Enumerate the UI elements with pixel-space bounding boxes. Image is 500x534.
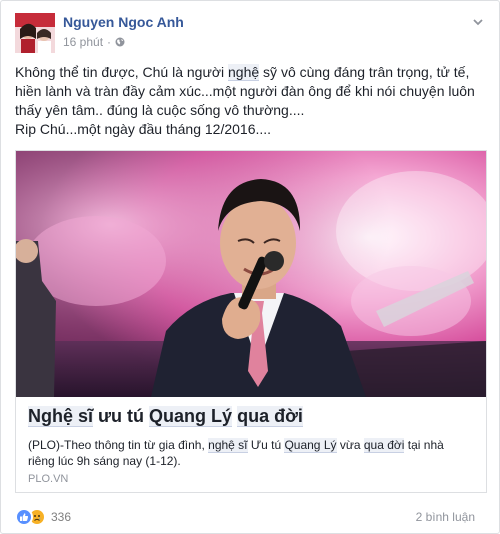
reaction-count[interactable]: 336 (51, 510, 71, 524)
link-title[interactable]: Nghệ sĩ ưu tú Quang Lý qua đời (28, 405, 473, 427)
desc-link-nghe-si[interactable]: nghệ sĩ (208, 438, 248, 453)
reactions-summary[interactable]: 336 (15, 508, 71, 526)
like-icon[interactable] (15, 508, 33, 526)
link-preview-card[interactable]: Nghệ sĩ ưu tú Quang Lý qua đời (PLO)-The… (15, 150, 487, 493)
link-source-domain: PLO.VN (28, 473, 69, 485)
post-text-line-1: Không thể tin được, Chú là người nghệ sỹ… (15, 64, 470, 81)
globe-icon[interactable] (115, 37, 125, 47)
post-meta: 16 phút · (63, 35, 125, 49)
author-name[interactable]: Nguyen Ngoc Anh (63, 14, 184, 30)
title-link-qua-doi[interactable]: qua đời (237, 406, 303, 427)
desc-link-qua-doi[interactable]: qua đời (363, 438, 405, 453)
hashtag-link-nghe[interactable]: nghệ (228, 64, 260, 81)
post-text-line-3: thấy yên tâm.. đúng là cuộc sống vô thườ… (15, 102, 305, 118)
desc-link-quang-ly[interactable]: Quang Lý (284, 438, 337, 453)
link-preview-image[interactable] (16, 151, 486, 397)
post-timestamp[interactable]: 16 phút (63, 35, 103, 49)
facebook-post: Nguyen Ngoc Anh 16 phút · Không thể tin … (0, 0, 500, 534)
chevron-down-icon[interactable] (471, 15, 485, 29)
post-text: Không thể tin được, Chú là người nghệ sỹ… (15, 63, 485, 139)
post-text-line-4: Rip Chú...một ngày đầu tháng 12/2016.... (15, 121, 272, 137)
title-link-nghe-si[interactable]: Nghệ sĩ (28, 406, 94, 427)
author-avatar[interactable] (15, 13, 55, 53)
comments-count[interactable]: 2 bình luận (416, 510, 475, 524)
link-description: (PLO)-Theo thông tin từ gia đình, nghệ s… (28, 438, 444, 468)
post-footer: 336 2 bình luận (15, 506, 487, 528)
post-text-line-2: hiền lành và tràn đầy cảm xúc...một ngườ… (15, 83, 475, 99)
avatar-photo (15, 13, 55, 53)
title-link-quang-ly[interactable]: Quang Lý (149, 406, 233, 427)
singer-photo (16, 151, 486, 397)
